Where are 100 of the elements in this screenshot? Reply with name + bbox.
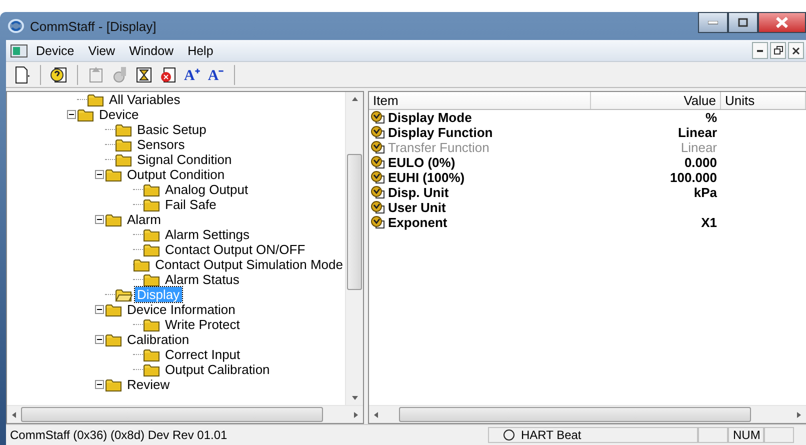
folder-icon	[105, 302, 123, 316]
minus-icon[interactable]	[95, 215, 104, 224]
menu-item[interactable]: Help	[182, 42, 220, 58]
tree-item[interactable]: Correct Input	[163, 347, 242, 362]
tree-item[interactable]: Alarm Status	[163, 272, 242, 287]
font-size-button[interactable]: A⁻	[206, 64, 226, 85]
minimize-button[interactable]	[698, 12, 728, 33]
tree-item[interactable]: Basic Setup	[135, 122, 208, 137]
folder-icon	[105, 212, 123, 226]
status-text: CommStaff (0x36) (0x8d) Dev Rev 01.01	[9, 427, 228, 443]
tree-item[interactable]: Review	[125, 377, 172, 392]
parameter-icon	[371, 141, 385, 154]
parameter-icon	[371, 186, 385, 199]
column-header[interactable]: Units	[721, 92, 806, 109]
font-size-button[interactable]: A⁺	[182, 64, 202, 85]
status-text: NUM	[728, 427, 764, 443]
folder-icon	[105, 378, 123, 392]
circle-icon	[503, 429, 515, 441]
maximize-button[interactable]	[728, 12, 758, 33]
column-header[interactable]: Item	[369, 92, 591, 109]
menu-item[interactable]: Device	[30, 42, 80, 58]
close-button[interactable]	[788, 42, 804, 59]
item-value: 0.000	[684, 155, 717, 170]
restore-button[interactable]	[770, 42, 786, 59]
folder-icon	[143, 362, 161, 376]
item-name: Display Mode	[388, 110, 472, 125]
minimize-icon	[757, 50, 763, 52]
item-value: X1	[701, 215, 717, 230]
tree-item[interactable]: Alarm	[125, 212, 163, 227]
item-name: EULO (0%)	[388, 155, 456, 170]
tree-item[interactable]: Output Calibration	[163, 362, 272, 377]
folder-icon	[143, 198, 161, 212]
close-icon	[776, 17, 788, 28]
folder-icon	[143, 272, 161, 286]
item-name: Exponent	[388, 215, 448, 230]
minus-icon[interactable]	[95, 305, 104, 314]
item-name: Display Function	[388, 125, 493, 140]
folder-icon	[143, 348, 161, 362]
tree-item[interactable]: Device Information	[125, 302, 238, 317]
folder-icon	[115, 122, 133, 136]
parameter-icon	[371, 111, 385, 124]
tree-item[interactable]: Output Condition	[125, 167, 227, 182]
tree-item[interactable]: Write Protect	[163, 317, 242, 332]
minus-icon[interactable]	[95, 170, 104, 179]
restore-icon	[774, 46, 782, 55]
folder-icon	[77, 108, 95, 122]
app-logo-icon	[8, 18, 24, 34]
folder-icon	[143, 242, 161, 256]
minimize-button[interactable]	[752, 42, 768, 59]
item-value: kPa	[694, 185, 717, 200]
status-panel	[764, 427, 794, 443]
tree-item[interactable]: Device	[97, 107, 141, 122]
item-value: Linear	[678, 125, 717, 140]
tree-item[interactable]: All Variables	[107, 92, 182, 107]
minus-icon[interactable]	[95, 335, 104, 344]
parameter-icon	[371, 156, 385, 169]
item-value: Linear	[680, 140, 717, 155]
item-value: %	[705, 110, 717, 125]
folder-icon	[105, 332, 123, 346]
minimize-icon	[708, 20, 718, 24]
tree-item[interactable]: Calibration	[125, 332, 192, 347]
folder-icon	[115, 138, 133, 152]
parameter-icon	[371, 201, 385, 214]
tree-item[interactable]: Signal Condition	[135, 152, 234, 167]
folder-icon	[105, 168, 123, 182]
parameter-icon	[371, 216, 385, 229]
parameter-icon	[371, 126, 385, 139]
item-name: Disp. Unit	[388, 185, 449, 200]
tree-item[interactable]: Fail Safe	[163, 197, 218, 212]
tree-item[interactable]: Alarm Settings	[163, 227, 252, 242]
folder-icon	[115, 288, 133, 302]
folder-icon	[115, 152, 133, 166]
item-value: 100.000	[670, 170, 717, 185]
folder-icon	[143, 318, 161, 332]
item-name: User Unit	[388, 200, 446, 215]
folder-icon	[133, 258, 152, 272]
help-icon[interactable]	[49, 64, 69, 84]
status-text: HART Beat	[521, 428, 582, 442]
menu-item[interactable]: Window	[123, 42, 180, 58]
horizontal-scrollbar[interactable]	[369, 405, 806, 423]
folder-icon	[87, 92, 105, 106]
tree-item[interactable]: Sensors	[135, 137, 187, 152]
close-icon	[792, 46, 800, 54]
vertical-scrollbar[interactable]	[345, 92, 363, 405]
document-icon[interactable]	[10, 44, 28, 58]
minus-icon[interactable]	[95, 380, 104, 389]
item-name: EUHI (100%)	[388, 170, 465, 185]
stop-icon[interactable]	[158, 64, 178, 84]
tree-item[interactable]: Contact Output Simulation Mode	[153, 257, 345, 272]
tree-item[interactable]: Contact Output ON/OFF	[163, 242, 308, 257]
close-button[interactable]	[758, 12, 806, 33]
column-header[interactable]: Value	[591, 92, 721, 109]
minus-icon[interactable]	[67, 110, 76, 119]
hourglass-icon[interactable]	[134, 64, 154, 84]
parameter-icon	[371, 171, 385, 184]
menu-item[interactable]: View	[82, 42, 122, 58]
window-title: CommStaff - [Display]	[30, 18, 156, 34]
folder-icon	[143, 228, 161, 242]
horizontal-scrollbar[interactable]	[7, 405, 363, 423]
tree-item[interactable]: Analog Output	[163, 182, 250, 197]
